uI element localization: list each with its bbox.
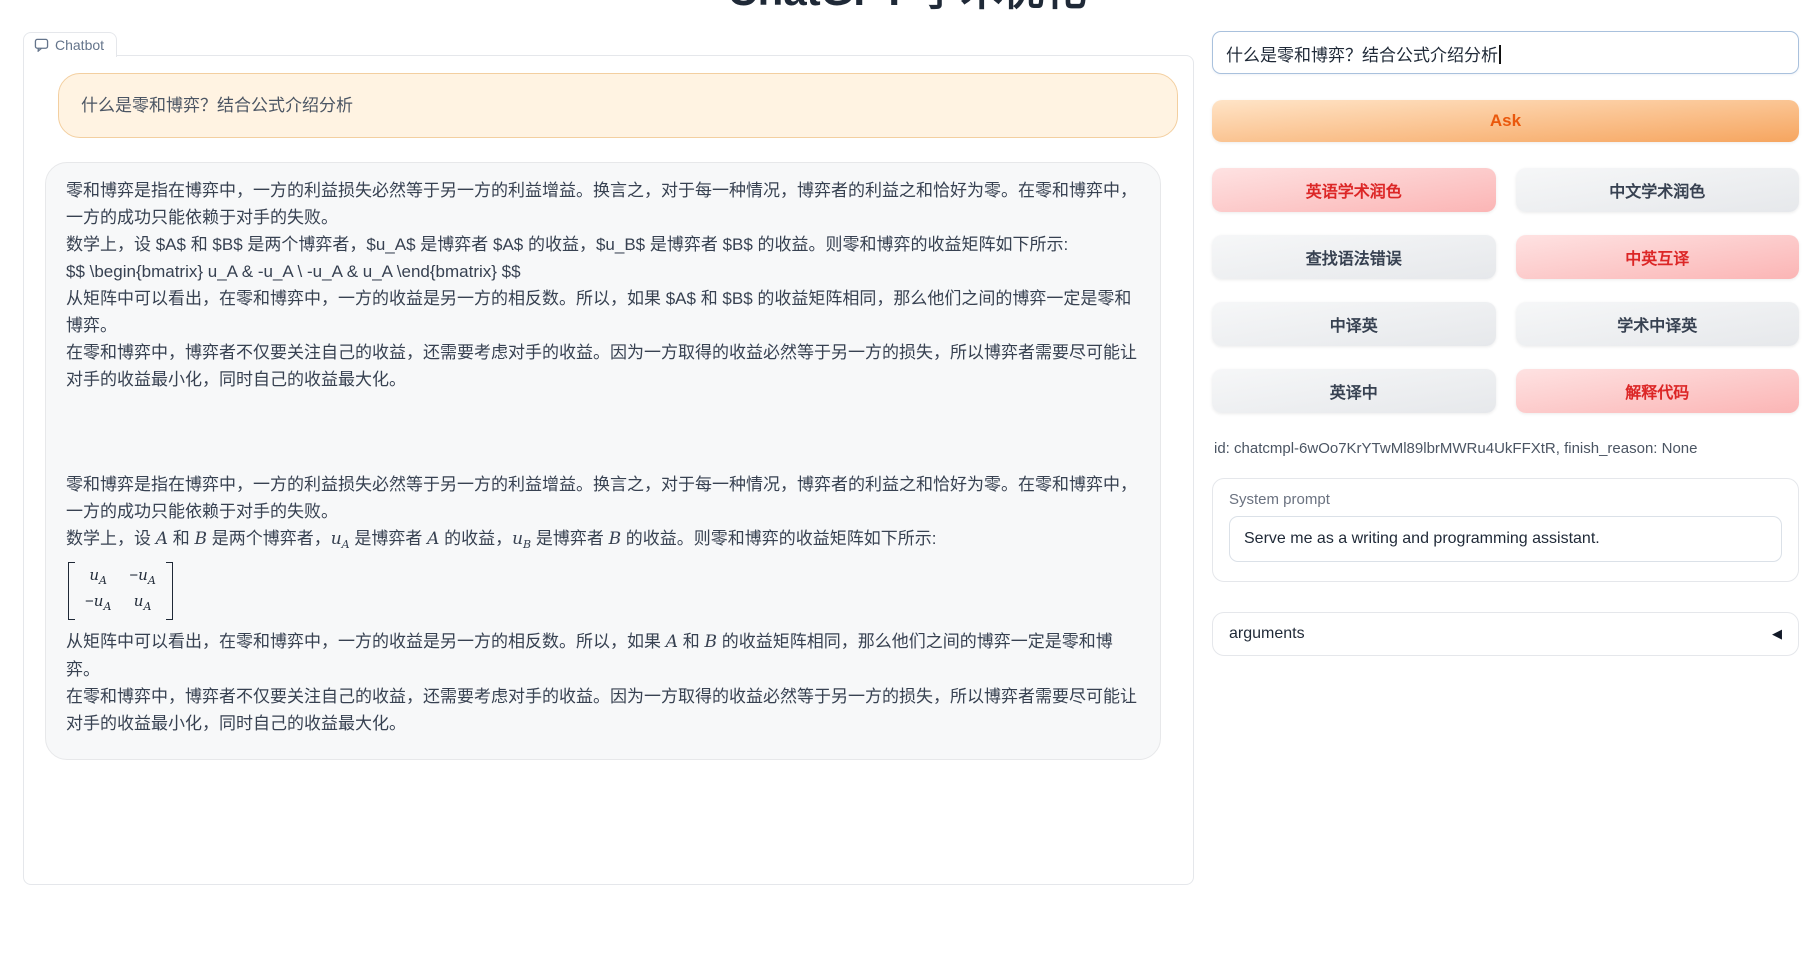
math-subscript: B [523,538,531,551]
system-prompt-box: System prompt Serve me as a writing and … [1212,478,1799,582]
matrix-cell: uA [89,565,107,591]
chatbot-column: Chatbot 什么是零和博弈？结合公式介绍分析 零和博弈是指在博弈中，一方的利… [23,31,1194,885]
bot-raw-line: 在零和博弈中，博弈者不仅要关注自己的收益，还需要考虑对手的收益。因为一方取得的收… [66,339,1140,393]
chat-bubble-icon [34,38,49,52]
arguments-accordion-label: arguments [1229,625,1305,643]
query-input[interactable]: 什么是零和博弈？结合公式介绍分析 [1212,31,1799,74]
user-message-text: 什么是零和博弈？结合公式介绍分析 [81,96,353,115]
user-message: 什么是零和博弈？结合公式介绍分析 [58,73,1178,138]
arguments-accordion[interactable]: arguments ◀ [1212,612,1799,656]
bot-raw-markdown: 零和博弈是指在博弈中，一方的利益损失必然等于另一方的利益增益。换言之，对于每一种… [66,177,1140,393]
system-prompt-input[interactable]: Serve me as a writing and programming as… [1229,516,1782,562]
chatbot-label-text: Chatbot [55,37,104,53]
system-prompt-label: System prompt [1229,491,1782,508]
function-button-grid: 英语学术润色 中文学术润色 查找语法错误 中英互译 中译英 学术中译英 英译中 … [1212,168,1799,413]
math-var: B [609,529,622,549]
math-var: u [512,529,523,549]
matrix-cell: uA [134,591,152,617]
matrix-left-bracket [68,562,75,620]
main-layout: Chatbot 什么是零和博弈？结合公式介绍分析 零和博弈是指在博弈中，一方的利… [0,0,1814,885]
bot-raw-latex-line: $$ \begin{bmatrix} u_A & -u_A \ -u_A & u… [66,258,1140,285]
matrix-cell: −uA [129,565,155,591]
bot-raw-line: 零和博弈是指在博弈中，一方的利益损失必然等于另一方的利益增益。换言之，对于每一种… [66,177,1140,231]
bot-rendered-line: 从矩阵中可以看出，在零和博弈中，一方的收益是另一方的相反数。所以，如果 A 和 … [66,628,1140,683]
btn-chinese-academic-polish[interactable]: 中文学术润色 [1516,168,1800,212]
bot-rendered-line: 在零和博弈中，博弈者不仅要关注自己的收益，还需要考虑对手的收益。因为一方取得的收… [66,683,1140,737]
matrix-cell: −uA [85,591,111,617]
payoff-matrix: uA −uA −uA uA [68,562,173,620]
query-input-value: 什么是零和博弈？结合公式介绍分析 [1226,46,1498,65]
bot-rendered-markdown: 零和博弈是指在博弈中，一方的利益损失必然等于另一方的利益增益。换言之，对于每一种… [66,471,1140,737]
control-column: 什么是零和博弈？结合公式介绍分析 Ask 英语学术润色 中文学术润色 查找语法错… [1212,31,1799,656]
math-var: u [331,529,342,549]
bot-raw-line: 从矩阵中可以看出，在零和博弈中，一方的收益是另一方的相反数。所以，如果 $A$ … [66,285,1140,339]
matrix-right-bracket [166,562,173,620]
chatbot-label: Chatbot [23,32,117,57]
ask-button[interactable]: Ask [1212,100,1799,142]
collapse-arrow-icon: ◀ [1772,626,1782,642]
math-var: B [194,529,207,549]
math-var: A [666,632,678,652]
btn-explain-code[interactable]: 解释代码 [1516,369,1800,413]
bot-raw-line: 数学上，设 $A$ 和 $B$ 是两个博弈者，$u_A$ 是博弈者 $A$ 的收… [66,231,1140,258]
bot-rendered-line: 零和博弈是指在博弈中，一方的利益损失必然等于另一方的利益增益。换言之，对于每一种… [66,471,1140,525]
bot-message: 零和博弈是指在博弈中，一方的利益损失必然等于另一方的利益增益。换言之，对于每一种… [45,162,1161,760]
bot-rendered-line: 数学上，设 A 和 B 是两个博弈者，uA 是博弈者 A 的收益，uB 是博弈者… [66,525,1140,558]
status-text: id: chatcmpl-6wOo7KrYTwMl89lbrMWRu4UkFFX… [1214,439,1799,459]
btn-find-grammar-errors[interactable]: 查找语法错误 [1212,235,1496,279]
btn-en-to-zh[interactable]: 英译中 [1212,369,1496,413]
text-cursor [1499,45,1501,64]
math-var: B [704,632,717,652]
message-list: 什么是零和博弈？结合公式介绍分析 零和博弈是指在博弈中，一方的利益损失必然等于另… [24,56,1193,777]
btn-english-academic-polish[interactable]: 英语学术润色 [1212,168,1496,212]
btn-zh-to-en[interactable]: 中译英 [1212,302,1496,346]
chatbot-panel: Chatbot 什么是零和博弈？结合公式介绍分析 零和博弈是指在博弈中，一方的利… [23,55,1194,885]
math-var: A [156,529,168,549]
math-var: A [427,529,439,549]
btn-zh-en-mutual-translate[interactable]: 中英互译 [1516,235,1800,279]
btn-academic-zh-to-en[interactable]: 学术中译英 [1516,302,1800,346]
math-subscript: A [342,538,350,551]
